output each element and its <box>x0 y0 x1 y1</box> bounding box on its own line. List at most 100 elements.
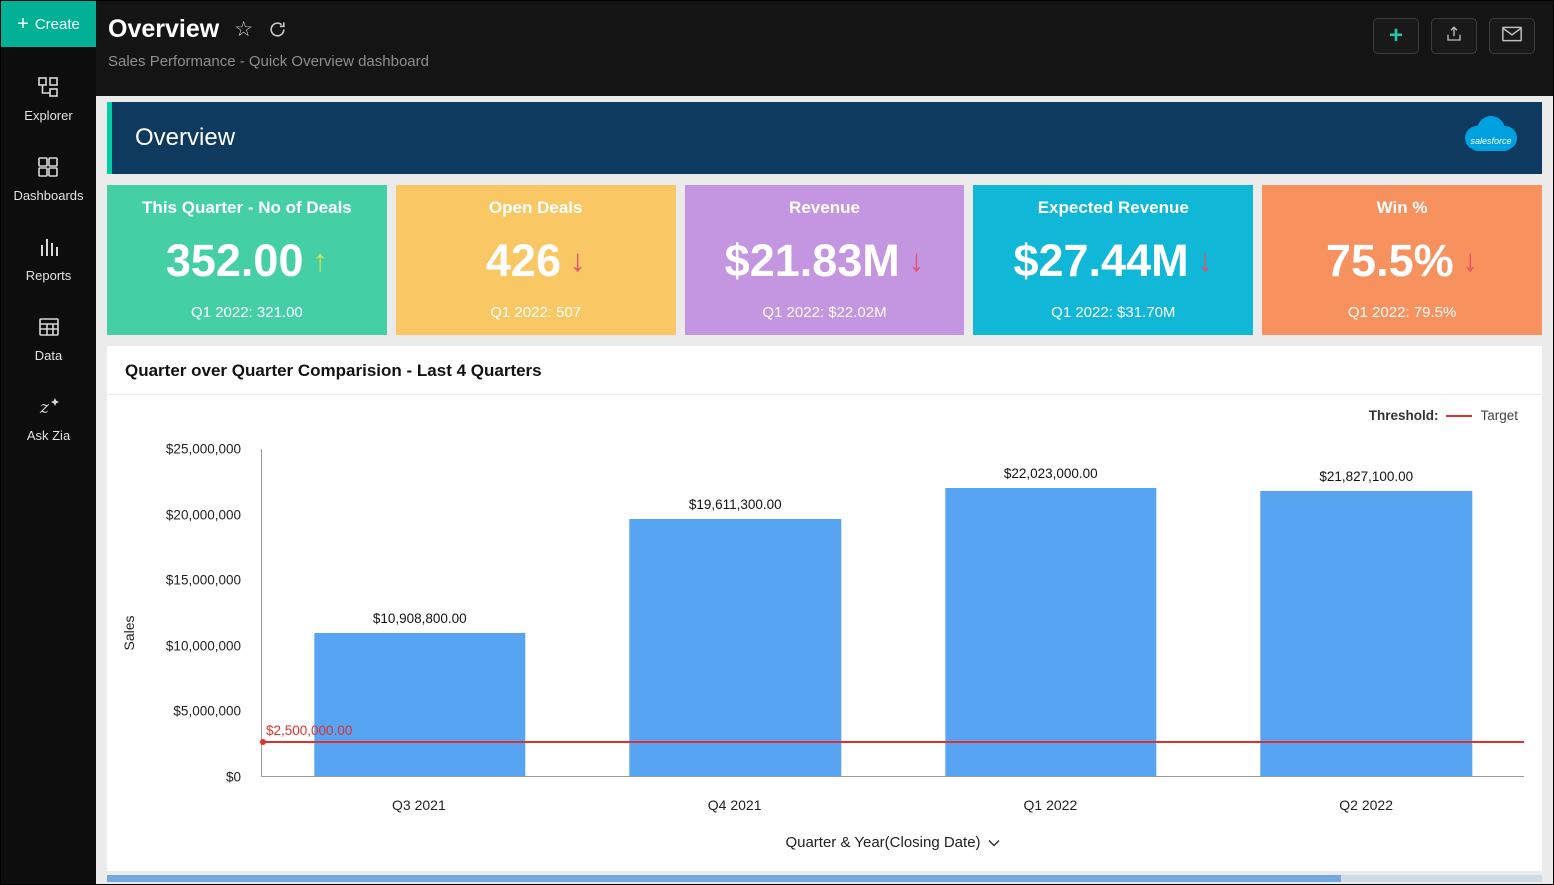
plus-icon: + <box>17 14 29 34</box>
kpi-value: 352.00 <box>166 235 304 287</box>
sidebar-item-label: Explorer <box>24 108 72 123</box>
header-actions: + <box>1373 15 1535 96</box>
kpi-value: $21.83M <box>725 235 900 287</box>
kpi-value: 426 <box>486 235 561 287</box>
bar-column: $21,827,100.00 <box>1209 449 1525 776</box>
trend-arrow: ↓ <box>570 243 586 279</box>
bar-q3-2021[interactable] <box>314 633 525 776</box>
export-button[interactable] <box>1431 18 1477 54</box>
bar-value-label: $22,023,000.00 <box>893 466 1209 481</box>
x-axis-title-text: Quarter & Year(Closing Date) <box>785 834 980 851</box>
kpi-compare: Q1 2022: 321.00 <box>191 304 303 321</box>
export-icon <box>1445 25 1463 48</box>
kpi-card[interactable]: Revenue $21.83M ↓ Q1 2022: $22.02M <box>685 185 965 335</box>
explorer-icon <box>36 75 60 99</box>
sidebar-item-data[interactable]: Data <box>35 315 62 363</box>
horizontal-scrollbar <box>107 875 1542 882</box>
bar-value-label: $21,827,100.00 <box>1209 469 1525 484</box>
create-button-label: Create <box>35 16 80 33</box>
bar-chart: Sales $0$5,000,000$10,000,000$15,000,000… <box>113 425 1528 869</box>
x-axis-labels: Q3 2021Q4 2021Q1 2022Q2 2022 <box>261 785 1524 813</box>
banner-title: Overview <box>135 124 235 152</box>
page-title: Overview <box>108 15 219 44</box>
trend-arrow: ↓ <box>909 243 925 279</box>
sidebar-nav: Explorer Dashboards Reports <box>1 47 96 443</box>
create-button[interactable]: + Create <box>1 1 96 47</box>
sidebar-item-reports[interactable]: Reports <box>26 235 72 283</box>
dashboards-icon <box>36 155 60 179</box>
add-button[interactable]: + <box>1373 18 1419 54</box>
bar-value-label: $19,611,300.00 <box>578 497 894 512</box>
bar-column: $19,611,300.00 <box>578 449 894 776</box>
sidebar-item-dashboards[interactable]: Dashboards <box>13 155 83 203</box>
kpi-card[interactable]: This Quarter - No of Deals 352.00 ↑ Q1 2… <box>107 185 387 335</box>
page-subtitle: Sales Performance - Quick Overview dashb… <box>108 53 429 70</box>
kpi-value: 75.5% <box>1326 235 1454 287</box>
kpi-card[interactable]: Win % 75.5% ↓ Q1 2022: 79.5% <box>1262 185 1542 335</box>
dashboard-content: Overview salesforce This Quarter - No of… <box>96 96 1553 884</box>
chevron-down-icon <box>988 834 1000 851</box>
trend-arrow: ↓ <box>1198 243 1214 279</box>
bar-column: $22,023,000.00 <box>893 449 1209 776</box>
sidebar-item-explorer[interactable]: Explorer <box>24 75 72 123</box>
trend-arrow: ↑ <box>312 243 328 279</box>
kpi-title: This Quarter - No of Deals <box>142 198 352 218</box>
bar-q4-2021[interactable] <box>630 519 841 776</box>
sidebar-item-label: Dashboards <box>13 188 83 203</box>
threshold-label: $2,500,000.00 <box>266 723 352 738</box>
data-icon <box>37 315 61 339</box>
sidebar-item-label: Ask Zia <box>27 428 70 443</box>
threshold-legend: Threshold: Target <box>107 395 1542 423</box>
y-axis: $0$5,000,000$10,000,000$15,000,000$20,00… <box>113 449 253 777</box>
header-left: Overview ☆ Sales Performance - Quick Ove… <box>108 15 429 96</box>
y-tick-label: $15,000,000 <box>166 573 241 588</box>
ask-zia-icon: z <box>36 395 62 419</box>
kpi-compare: Q1 2022: $22.02M <box>762 304 886 321</box>
threshold-line-swatch <box>1446 415 1472 417</box>
plus-icon: + <box>1389 24 1403 48</box>
favorite-star-icon[interactable]: ☆ <box>234 17 253 42</box>
sidebar-item-label: Reports <box>26 268 72 283</box>
sidebar-item-label: Data <box>35 348 62 363</box>
scrollbar-thumb[interactable] <box>107 875 1341 882</box>
reports-icon <box>37 235 61 259</box>
threshold-line <box>262 741 1524 743</box>
kpi-title: Win % <box>1377 198 1428 218</box>
header: Overview ☆ Sales Performance - Quick Ove… <box>96 1 1553 96</box>
mail-button[interactable] <box>1489 18 1535 54</box>
y-tick-label: $10,000,000 <box>166 638 241 653</box>
sidebar: + Create Explorer <box>1 1 96 884</box>
threshold-legend-key: Threshold: <box>1369 408 1439 423</box>
kpi-compare: Q1 2022: 79.5% <box>1348 304 1456 321</box>
svg-text:z: z <box>39 398 50 418</box>
app-window: + Create Explorer <box>1 1 1553 884</box>
x-axis-title[interactable]: Quarter & Year(Closing Date) <box>261 834 1524 851</box>
kpi-title: Revenue <box>789 198 860 218</box>
bar-q2-2022[interactable] <box>1261 491 1472 776</box>
mail-icon <box>1502 26 1522 47</box>
bar-value-label: $10,908,800.00 <box>262 611 578 626</box>
main-area: Overview ☆ Sales Performance - Quick Ove… <box>96 1 1553 884</box>
refresh-icon[interactable] <box>268 20 287 39</box>
y-tick-label: $25,000,000 <box>166 442 241 457</box>
plot-area: $2,500,000.00 $10,908,800.00 $19,611,300.… <box>261 449 1524 777</box>
x-tick-label: Q3 2021 <box>261 785 577 813</box>
kpi-card[interactable]: Open Deals 426 ↓ Q1 2022: 507 <box>396 185 676 335</box>
y-tick-label: $5,000,000 <box>173 704 241 719</box>
y-tick-label: $20,000,000 <box>166 507 241 522</box>
x-tick-label: Q2 2022 <box>1208 785 1524 813</box>
sidebar-item-ask-zia[interactable]: z Ask Zia <box>27 395 70 443</box>
bar-q1-2022[interactable] <box>945 488 1156 776</box>
kpi-compare: Q1 2022: $31.70M <box>1051 304 1175 321</box>
svg-text:salesforce: salesforce <box>1470 136 1511 146</box>
y-tick-label: $0 <box>226 770 241 785</box>
chart-panel: Quarter over Quarter Comparision - Last … <box>107 346 1542 871</box>
threshold-legend-value: Target <box>1480 408 1518 423</box>
kpi-card[interactable]: Expected Revenue $27.44M ↓ Q1 2022: $31.… <box>973 185 1253 335</box>
kpi-title: Expected Revenue <box>1038 198 1189 218</box>
kpi-compare: Q1 2022: 507 <box>490 304 581 321</box>
x-tick-label: Q1 2022 <box>893 785 1209 813</box>
kpi-row: This Quarter - No of Deals 352.00 ↑ Q1 2… <box>107 185 1542 335</box>
chart-panel-title: Quarter over Quarter Comparision - Last … <box>107 346 1542 395</box>
kpi-title: Open Deals <box>489 198 583 218</box>
